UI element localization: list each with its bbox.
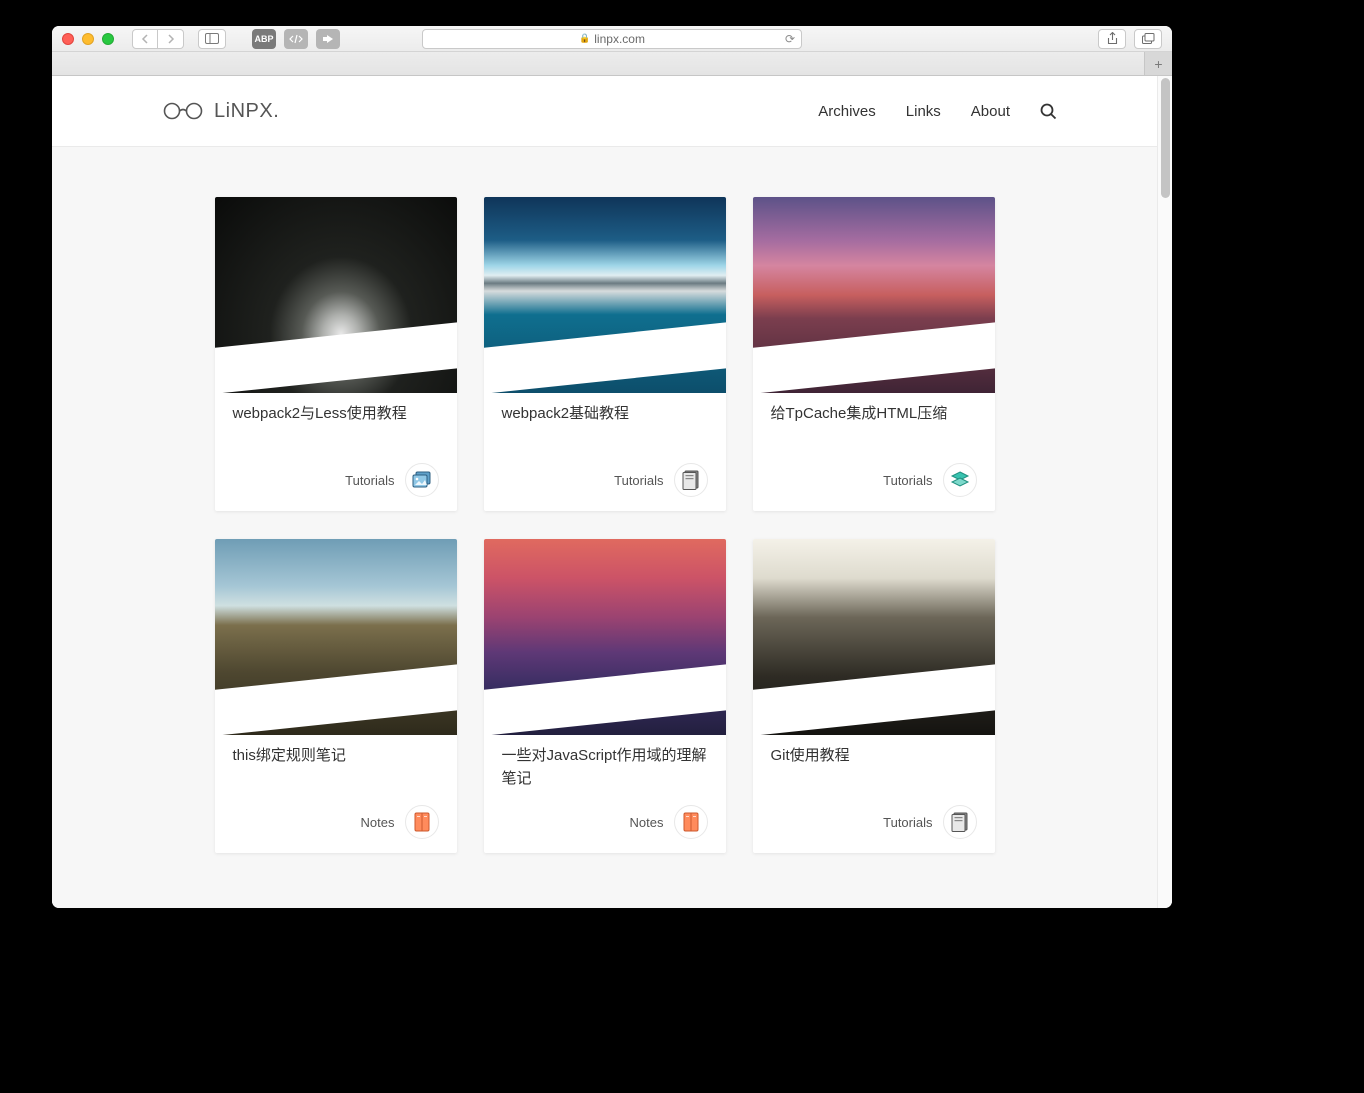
card-image — [215, 197, 457, 393]
url-text: linpx.com — [594, 32, 645, 46]
card-image — [484, 197, 726, 393]
extension-icons: ABP — [252, 29, 340, 49]
card-title: 一些对JavaScript作用域的理解笔记 — [502, 745, 708, 791]
card-image — [215, 539, 457, 735]
card-category[interactable]: Notes — [361, 815, 395, 830]
card-category[interactable]: Tutorials — [614, 473, 663, 488]
window-close-button[interactable] — [62, 33, 74, 45]
card-category[interactable]: Tutorials — [883, 473, 932, 488]
adblock-extension-icon[interactable]: ABP — [252, 29, 276, 49]
site-logo[interactable]: LiNPX. — [162, 100, 279, 123]
search-icon[interactable] — [1040, 103, 1057, 120]
browser-titlebar: ABP 🔒 linpx.com ⟳ — [52, 26, 1172, 52]
card-badge-icon — [405, 463, 439, 497]
window-minimize-button[interactable] — [82, 33, 94, 45]
sidebar-toggle-button[interactable] — [198, 29, 226, 49]
card-footer: Notes — [233, 791, 439, 839]
post-card[interactable]: Git使用教程 Tutorials — [753, 539, 995, 853]
devtools-extension-icon[interactable] — [284, 29, 308, 49]
share-extension-icon[interactable] — [316, 29, 340, 49]
logo-text: LiNPX. — [214, 100, 279, 123]
card-body: Git使用教程 Tutorials — [753, 735, 995, 853]
card-title: webpack2与Less使用教程 — [233, 403, 439, 449]
scrollbar-thumb[interactable] — [1161, 78, 1170, 198]
card-footer: Tutorials — [771, 449, 977, 497]
back-button[interactable] — [132, 29, 158, 49]
cards-grid: webpack2与Less使用教程 Tutorials webpack2基础教程 Tu… — [215, 197, 995, 853]
browser-window: ABP 🔒 linpx.com ⟳ + — [52, 26, 1172, 908]
share-button[interactable] — [1098, 29, 1126, 49]
card-title: webpack2基础教程 — [502, 403, 708, 449]
post-card[interactable]: webpack2与Less使用教程 Tutorials — [215, 197, 457, 511]
card-title: 给TpCache集成HTML压缩 — [771, 403, 977, 449]
main-nav: Archives Links About — [818, 103, 1057, 120]
card-footer: Notes — [502, 791, 708, 839]
card-body: 给TpCache集成HTML压缩 Tutorials — [753, 393, 995, 511]
card-category[interactable]: Tutorials — [883, 815, 932, 830]
card-badge-icon — [674, 805, 708, 839]
nav-links[interactable]: Links — [906, 103, 941, 120]
card-image — [753, 539, 995, 735]
scrollbar-track[interactable] — [1157, 76, 1172, 908]
nav-about[interactable]: About — [971, 103, 1010, 120]
card-body: webpack2基础教程 Tutorials — [484, 393, 726, 511]
card-category[interactable]: Tutorials — [345, 473, 394, 488]
card-badge-icon — [943, 463, 977, 497]
card-body: 一些对JavaScript作用域的理解笔记 Notes — [484, 735, 726, 853]
forward-button[interactable] — [158, 29, 184, 49]
glasses-icon — [162, 102, 206, 120]
lock-icon: 🔒 — [579, 33, 590, 44]
card-body: webpack2与Less使用教程 Tutorials — [215, 393, 457, 511]
card-category[interactable]: Notes — [630, 815, 664, 830]
nav-buttons — [132, 29, 184, 49]
reload-button[interactable]: ⟳ — [785, 32, 795, 46]
card-footer: Tutorials — [771, 791, 977, 839]
nav-archives[interactable]: Archives — [818, 103, 876, 120]
window-zoom-button[interactable] — [102, 33, 114, 45]
new-tab-button[interactable]: + — [1144, 52, 1172, 75]
card-badge-icon — [405, 805, 439, 839]
tabs-button[interactable] — [1134, 29, 1162, 49]
toolbar-right — [1098, 29, 1162, 49]
page-content: LiNPX. Archives Links About webpack2与Les… — [52, 76, 1157, 908]
post-card[interactable]: webpack2基础教程 Tutorials — [484, 197, 726, 511]
post-card[interactable]: 给TpCache集成HTML压缩 Tutorials — [753, 197, 995, 511]
card-title: Git使用教程 — [771, 745, 977, 791]
card-image — [484, 539, 726, 735]
card-footer: Tutorials — [502, 449, 708, 497]
card-body: this绑定规则笔记 Notes — [215, 735, 457, 853]
post-card[interactable]: 一些对JavaScript作用域的理解笔记 Notes — [484, 539, 726, 853]
card-badge-icon — [674, 463, 708, 497]
card-image — [753, 197, 995, 393]
card-footer: Tutorials — [233, 449, 439, 497]
tab-strip: + — [52, 52, 1172, 76]
address-bar[interactable]: 🔒 linpx.com ⟳ — [422, 29, 802, 49]
traffic-lights — [62, 33, 114, 45]
card-badge-icon — [943, 805, 977, 839]
site-header: LiNPX. Archives Links About — [52, 76, 1157, 147]
post-card[interactable]: this绑定规则笔记 Notes — [215, 539, 457, 853]
viewport: LiNPX. Archives Links About webpack2与Les… — [52, 76, 1172, 908]
card-title: this绑定规则笔记 — [233, 745, 439, 791]
